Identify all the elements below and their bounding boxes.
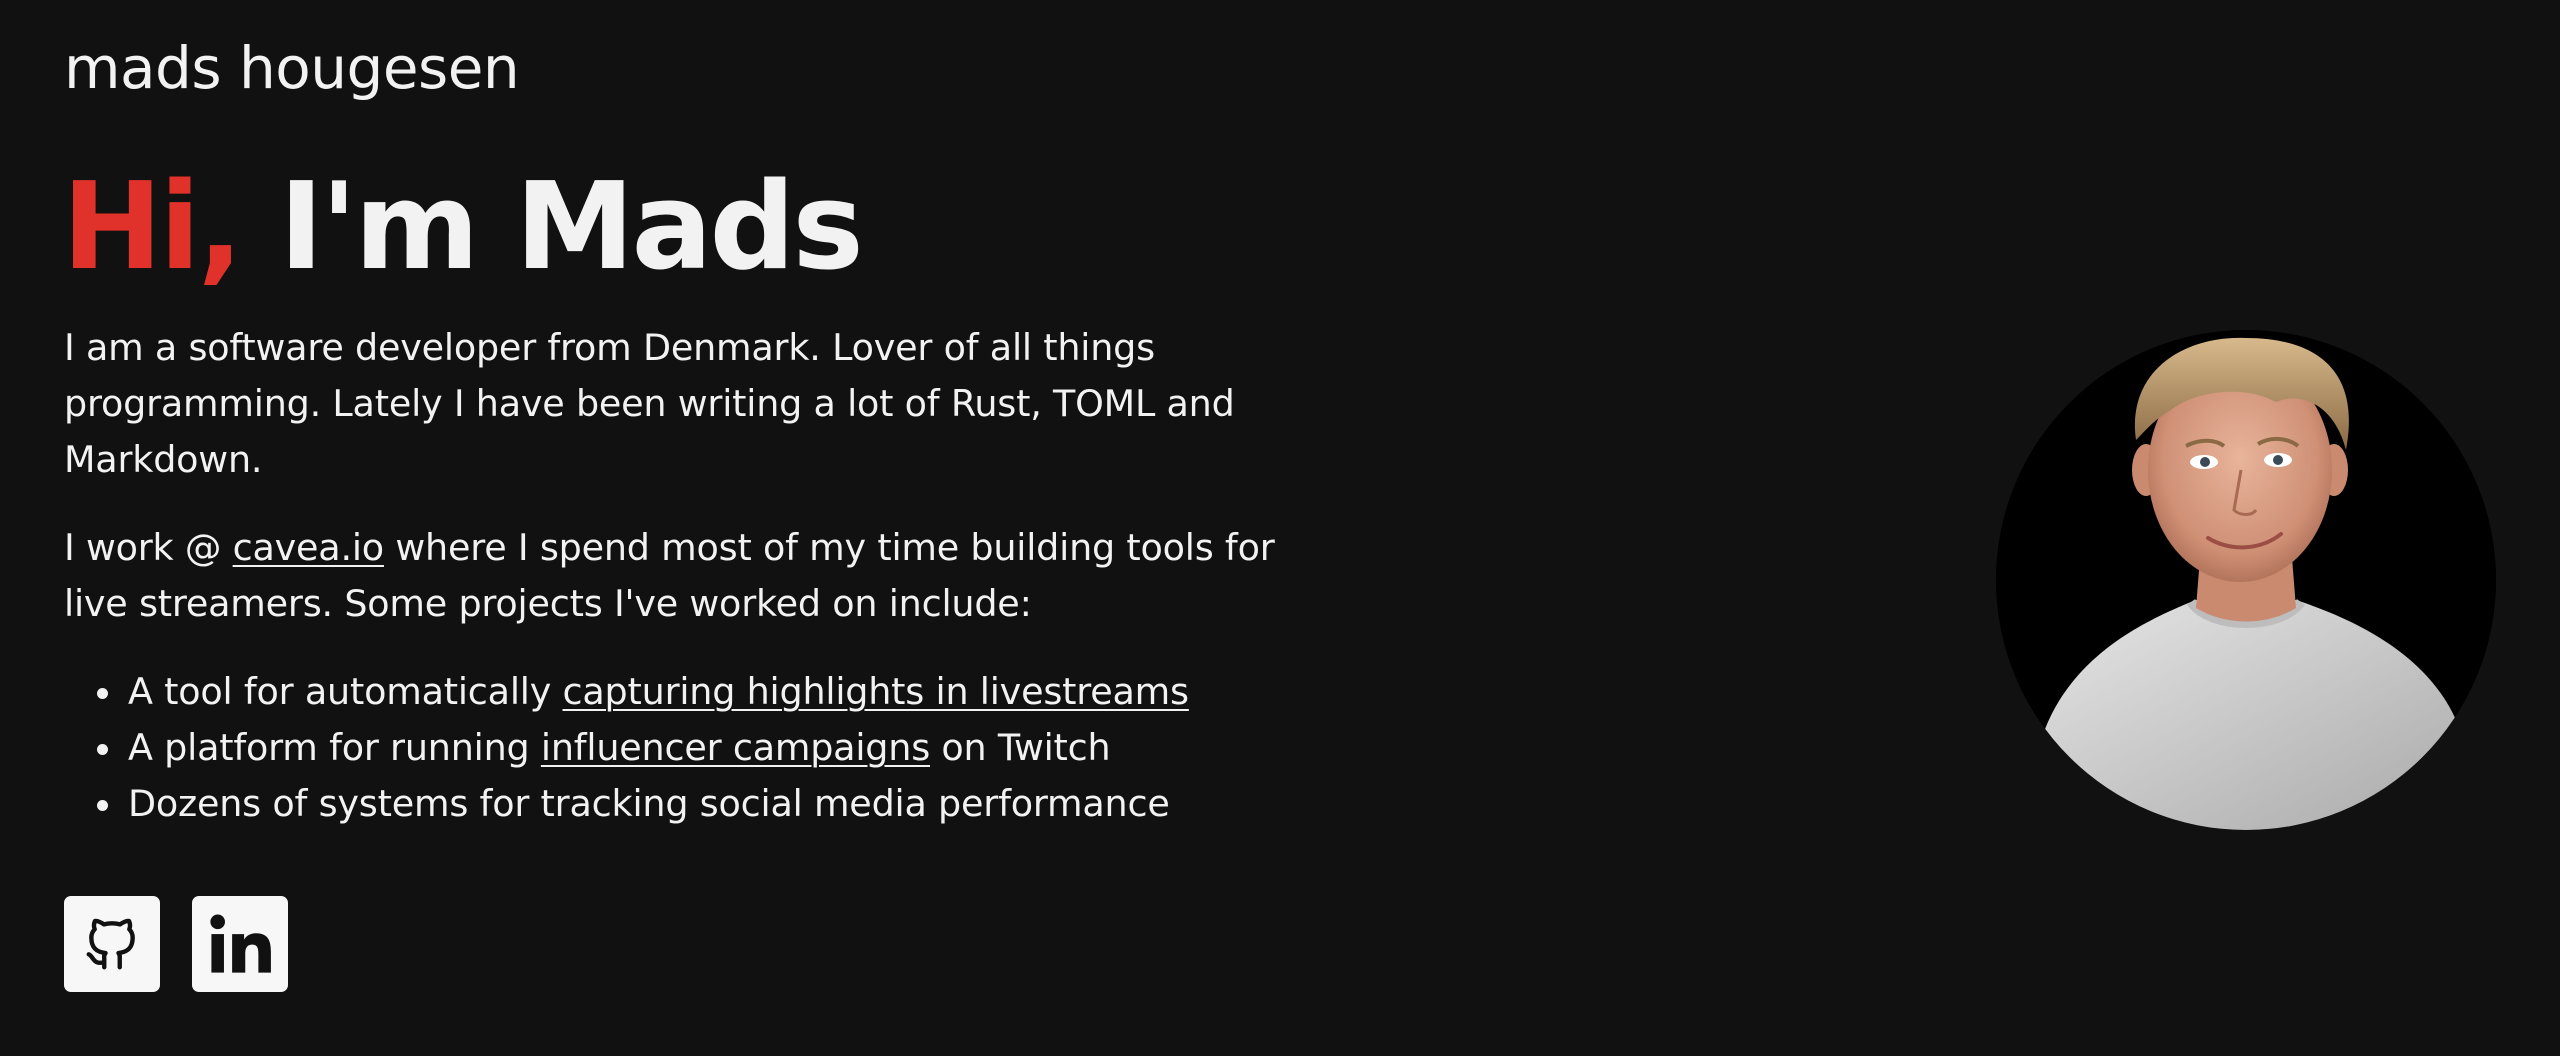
list-item: A tool for automatically capturing highl… [97,664,1304,720]
list-item: Dozens of systems for tracking social me… [97,776,1304,832]
projects-list: A tool for automatically capturing highl… [64,664,1304,832]
main-content: I am a software developer from Denmark. … [64,320,1304,832]
linkedin-icon [205,909,275,979]
avatar [1996,330,2496,830]
work-paragraph: I work @ cavea.io where I spend most of … [64,520,1304,632]
project-suffix: on Twitch [930,726,1111,769]
linkedin-button[interactable] [192,896,288,992]
page: mads hougesen Hi, I'm Mads I am a softwa… [0,0,2560,1056]
hero-greeting: Hi, [62,158,243,297]
influencer-campaigns-link[interactable]: influencer campaigns [541,726,930,769]
github-icon [81,913,143,975]
hero-title: Hi, I'm Mads [62,158,864,298]
work-prefix: I work @ [64,526,233,569]
project-text: Dozens of systems for tracking social me… [128,782,1170,825]
social-links [64,896,288,992]
github-button[interactable] [64,896,160,992]
list-item: A platform for running influencer campai… [97,720,1304,776]
highlights-link[interactable]: capturing highlights in livestreams [563,670,1190,713]
hero-title-rest: I'm Mads [278,158,864,297]
site-name[interactable]: mads hougesen [64,32,520,104]
project-prefix: A platform for running [128,726,541,769]
intro-paragraph: I am a software developer from Denmark. … [64,326,1235,481]
project-prefix: A tool for automatically [128,670,563,713]
cavea-link[interactable]: cavea.io [233,526,385,569]
portrait-illustration [1996,330,2496,830]
